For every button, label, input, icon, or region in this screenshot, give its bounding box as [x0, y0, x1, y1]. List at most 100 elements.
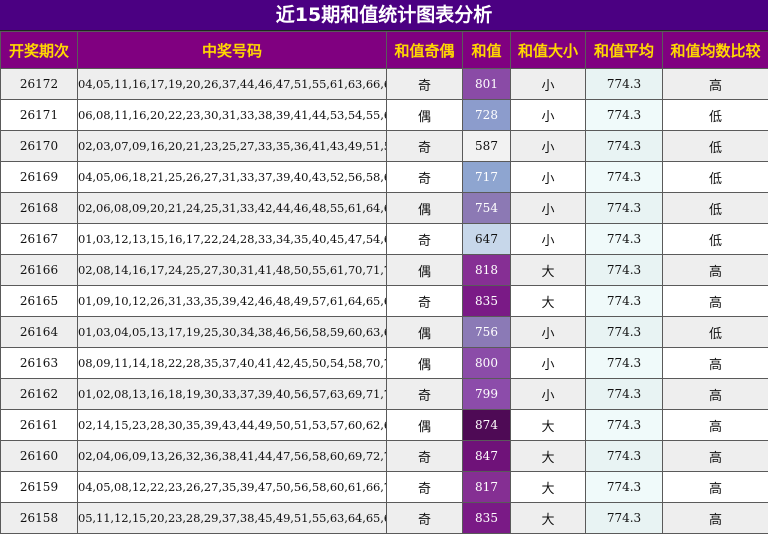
sum-cell: 799	[463, 379, 511, 410]
compare-cell: 高	[663, 503, 768, 534]
sum-cell: 874	[463, 410, 511, 441]
period-cell: 26162	[1, 379, 78, 410]
numbers-cell: 08,09,11,14,18,22,28,35,37,40,41,42,45,5…	[78, 348, 387, 379]
parity-cell: 奇	[387, 441, 463, 472]
average-cell: 774.3	[586, 348, 663, 379]
period-cell: 26159	[1, 472, 78, 503]
average-cell: 774.3	[586, 410, 663, 441]
sum-cell: 754	[463, 193, 511, 224]
numbers-cell: 02,03,07,09,16,20,21,23,25,27,33,35,36,4…	[78, 131, 387, 162]
size-cell: 小	[511, 379, 586, 410]
size-cell: 小	[511, 100, 586, 131]
average-cell: 774.3	[586, 286, 663, 317]
size-cell: 小	[511, 317, 586, 348]
numbers-cell: 04,05,11,16,17,19,20,26,37,44,46,47,51,5…	[78, 69, 387, 100]
header-parity: 和值奇偶	[387, 32, 463, 69]
parity-cell: 奇	[387, 69, 463, 100]
numbers-cell: 01,02,08,13,16,18,19,30,33,37,39,40,56,5…	[78, 379, 387, 410]
sum-cell: 801	[463, 69, 511, 100]
period-cell: 26168	[1, 193, 78, 224]
header-numbers: 中奖号码	[78, 32, 387, 69]
sum-cell: 835	[463, 286, 511, 317]
table-row: 2616102,14,15,23,28,30,35,39,43,44,49,50…	[1, 410, 768, 441]
period-cell: 26169	[1, 162, 78, 193]
parity-cell: 偶	[387, 348, 463, 379]
period-cell: 26167	[1, 224, 78, 255]
table-row: 2617106,08,11,16,20,22,23,30,31,33,38,39…	[1, 100, 768, 131]
header-average: 和值平均	[586, 32, 663, 69]
sum-cell: 728	[463, 100, 511, 131]
size-cell: 小	[511, 69, 586, 100]
table-row: 2616802,06,08,09,20,21,24,25,31,33,42,44…	[1, 193, 768, 224]
size-cell: 小	[511, 348, 586, 379]
parity-cell: 偶	[387, 100, 463, 131]
compare-cell: 低	[663, 193, 768, 224]
average-cell: 774.3	[586, 472, 663, 503]
size-cell: 小	[511, 193, 586, 224]
sum-cell: 756	[463, 317, 511, 348]
table-row: 2616201,02,08,13,16,18,19,30,33,37,39,40…	[1, 379, 768, 410]
table-row: 2616401,03,04,05,13,17,19,25,30,34,38,46…	[1, 317, 768, 348]
parity-cell: 奇	[387, 131, 463, 162]
numbers-cell: 02,14,15,23,28,30,35,39,43,44,49,50,51,5…	[78, 410, 387, 441]
size-cell: 大	[511, 441, 586, 472]
compare-cell: 高	[663, 410, 768, 441]
header-compare: 和值均数比较	[663, 32, 768, 69]
compare-cell: 高	[663, 255, 768, 286]
compare-cell: 高	[663, 286, 768, 317]
table-row: 2615904,05,08,12,22,23,26,27,35,39,47,50…	[1, 472, 768, 503]
average-cell: 774.3	[586, 317, 663, 348]
numbers-cell: 01,03,12,13,15,16,17,22,24,28,33,34,35,4…	[78, 224, 387, 255]
sum-cell: 835	[463, 503, 511, 534]
parity-cell: 奇	[387, 379, 463, 410]
compare-cell: 低	[663, 162, 768, 193]
period-cell: 26172	[1, 69, 78, 100]
parity-cell: 偶	[387, 317, 463, 348]
page-title: 近15期和值统计图表分析	[0, 0, 768, 31]
numbers-cell: 06,08,11,16,20,22,23,30,31,33,38,39,41,4…	[78, 100, 387, 131]
average-cell: 774.3	[586, 441, 663, 472]
average-cell: 774.3	[586, 162, 663, 193]
size-cell: 大	[511, 472, 586, 503]
parity-cell: 偶	[387, 410, 463, 441]
table-row: 2616904,05,06,18,21,25,26,27,31,33,37,39…	[1, 162, 768, 193]
period-cell: 26161	[1, 410, 78, 441]
sum-stats-table: 开奖期次 中奖号码 和值奇偶 和值 和值大小 和值平均 和值均数比较 26172…	[0, 31, 768, 534]
header-size: 和值大小	[511, 32, 586, 69]
table-row: 2617002,03,07,09,16,20,21,23,25,27,33,35…	[1, 131, 768, 162]
period-cell: 26166	[1, 255, 78, 286]
compare-cell: 低	[663, 224, 768, 255]
average-cell: 774.3	[586, 193, 663, 224]
period-cell: 26170	[1, 131, 78, 162]
parity-cell: 奇	[387, 224, 463, 255]
sum-cell: 817	[463, 472, 511, 503]
compare-cell: 低	[663, 100, 768, 131]
period-cell: 26163	[1, 348, 78, 379]
period-cell: 26164	[1, 317, 78, 348]
average-cell: 774.3	[586, 131, 663, 162]
size-cell: 小	[511, 162, 586, 193]
average-cell: 774.3	[586, 379, 663, 410]
header-row: 开奖期次 中奖号码 和值奇偶 和值 和值大小 和值平均 和值均数比较	[1, 32, 768, 69]
period-cell: 26160	[1, 441, 78, 472]
average-cell: 774.3	[586, 100, 663, 131]
numbers-cell: 05,11,12,15,20,23,28,29,37,38,45,49,51,5…	[78, 503, 387, 534]
numbers-cell: 02,04,06,09,13,26,32,36,38,41,44,47,56,5…	[78, 441, 387, 472]
sum-cell: 847	[463, 441, 511, 472]
sum-cell: 587	[463, 131, 511, 162]
header-sum: 和值	[463, 32, 511, 69]
table-row: 2616501,09,10,12,26,31,33,35,39,42,46,48…	[1, 286, 768, 317]
size-cell: 小	[511, 131, 586, 162]
sum-cell: 800	[463, 348, 511, 379]
numbers-cell: 02,08,14,16,17,24,25,27,30,31,41,48,50,5…	[78, 255, 387, 286]
compare-cell: 高	[663, 348, 768, 379]
numbers-cell: 04,05,08,12,22,23,26,27,35,39,47,50,56,5…	[78, 472, 387, 503]
stats-page: 近15期和值统计图表分析 开奖期次 中奖号码 和值奇偶 和值 和值大小 和值平均…	[0, 0, 768, 532]
parity-cell: 偶	[387, 255, 463, 286]
compare-cell: 高	[663, 69, 768, 100]
table-body: 2617204,05,11,16,17,19,20,26,37,44,46,47…	[1, 69, 768, 534]
compare-cell: 高	[663, 441, 768, 472]
compare-cell: 高	[663, 472, 768, 503]
average-cell: 774.3	[586, 255, 663, 286]
period-cell: 26158	[1, 503, 78, 534]
